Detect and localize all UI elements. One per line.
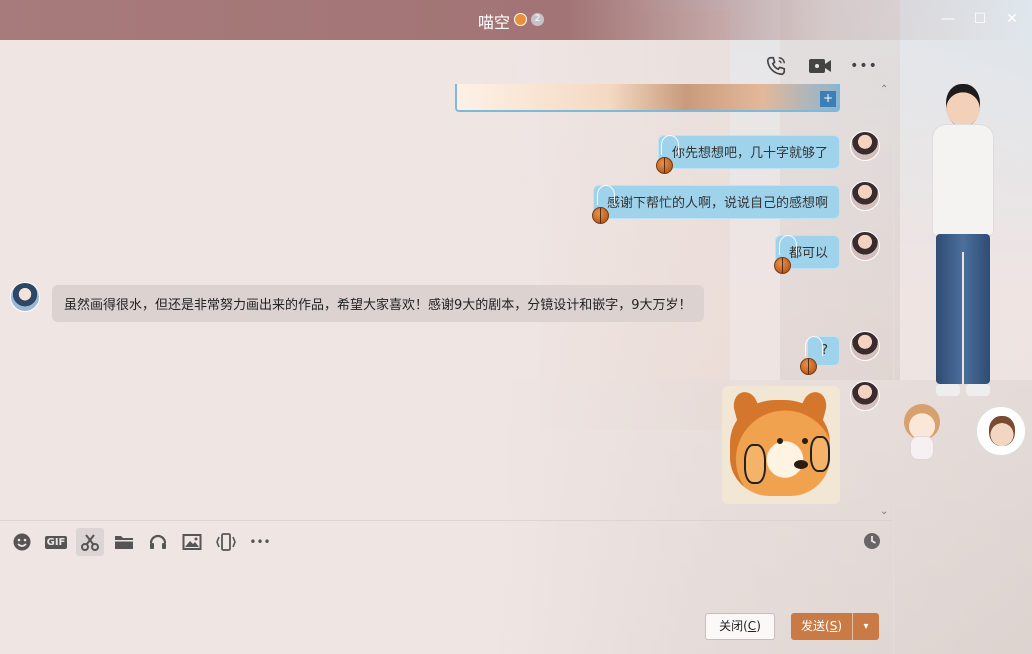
character-figure-image[interactable]: [928, 84, 998, 414]
send-label-wrap[interactable]: 发送(S): [791, 613, 853, 640]
self-avatar[interactable]: [850, 331, 880, 361]
more-options-button[interactable]: •••: [850, 54, 877, 78]
level-badge: 2: [531, 13, 544, 26]
contact-avatar[interactable]: [10, 282, 40, 312]
close-label-end: ): [756, 619, 761, 633]
message-row: 虽然画得很水，但还是非常努力画出来的作品，希望大家喜欢！感谢9大的剧本，分镜设计…: [52, 285, 704, 323]
status-badge-icon: [514, 13, 527, 26]
chat-window: 喵空 2 — ☐ ✕ ••• + 你先想想吧，几十字就够了 感谢下帮忙的人啊，说…: [0, 0, 1032, 654]
scroll-up-arrow[interactable]: ⌃: [880, 84, 892, 96]
gif-label: GIF: [44, 535, 68, 549]
basketball-icon: [774, 257, 791, 274]
message-row: ?: [800, 336, 840, 375]
doge-sticker-image[interactable]: [722, 386, 840, 504]
chibi-pet-image[interactable]: [896, 404, 952, 464]
message-list[interactable]: + 你先想想吧，几十字就够了 感谢下帮忙的人啊，说说自己的感想啊 都可以 虽然画…: [0, 84, 893, 520]
close-label: 关闭(: [719, 619, 748, 633]
shake-window-icon[interactable]: [212, 528, 240, 556]
window-title: 喵空: [478, 13, 511, 32]
message-row: 都可以: [774, 235, 840, 274]
title-bar: 喵空 2 — ☐ ✕: [0, 0, 1032, 40]
self-avatar[interactable]: [850, 231, 880, 261]
scroll-down-arrow[interactable]: ⌄: [880, 506, 892, 518]
zoom-icon[interactable]: +: [820, 91, 836, 107]
message-row: 感谢下帮忙的人啊，说说自己的感想啊: [592, 185, 840, 224]
self-avatar[interactable]: [850, 131, 880, 161]
message-row: 你先想想吧，几十字就够了: [656, 135, 840, 174]
folder-icon[interactable]: [110, 528, 138, 556]
gif-icon[interactable]: GIF: [42, 528, 70, 556]
mini-avatar[interactable]: [976, 406, 1026, 456]
basketball-icon: [800, 358, 817, 375]
basketball-icon: [592, 207, 609, 224]
send-button[interactable]: 发送(S) ▾: [791, 613, 879, 640]
input-divider: [0, 520, 893, 521]
call-toolbar: •••: [764, 54, 877, 78]
title-badges: 2: [514, 13, 544, 26]
maximize-button[interactable]: ☐: [968, 8, 992, 30]
self-avatar[interactable]: [850, 381, 880, 411]
message-bubble[interactable]: 你先想想吧，几十字就够了: [657, 135, 840, 169]
bubble-decor: [779, 235, 797, 255]
bubble-decor: [661, 135, 679, 155]
phone-icon[interactable]: [764, 54, 788, 78]
video-icon[interactable]: [808, 54, 832, 78]
close-window-button[interactable]: ✕: [1000, 8, 1024, 30]
window-controls: — ☐ ✕: [936, 8, 1024, 30]
basketball-icon: [656, 157, 673, 174]
screenshot-scissors-icon[interactable]: [76, 528, 104, 556]
history-clock-icon[interactable]: [862, 531, 882, 551]
music-icon[interactable]: [144, 528, 172, 556]
image-message[interactable]: +: [455, 84, 840, 112]
bubble-decor: [597, 185, 615, 205]
send-label-end: ): [837, 619, 842, 633]
minimize-button[interactable]: —: [936, 8, 960, 30]
bubble-decor: [805, 336, 823, 356]
message-bubble[interactable]: 虽然画得很水，但还是非常努力画出来的作品，希望大家喜欢！感谢9大的剧本，分镜设计…: [52, 285, 704, 322]
close-shortcut-key: C: [747, 619, 757, 633]
message-bubble[interactable]: 感谢下帮忙的人啊，说说自己的感想啊: [592, 185, 840, 219]
character-panel: [893, 40, 1032, 654]
self-avatar[interactable]: [850, 181, 880, 211]
image-icon[interactable]: [178, 528, 206, 556]
message-input[interactable]: [0, 562, 893, 608]
send-options-chevron-down-icon[interactable]: ▾: [853, 613, 879, 640]
input-toolbar: GIF •••: [8, 528, 274, 556]
emoji-icon[interactable]: [8, 528, 36, 556]
more-tools-button[interactable]: •••: [246, 528, 274, 556]
send-label: 发送(: [801, 619, 830, 633]
close-button[interactable]: 关闭(C): [705, 613, 775, 640]
